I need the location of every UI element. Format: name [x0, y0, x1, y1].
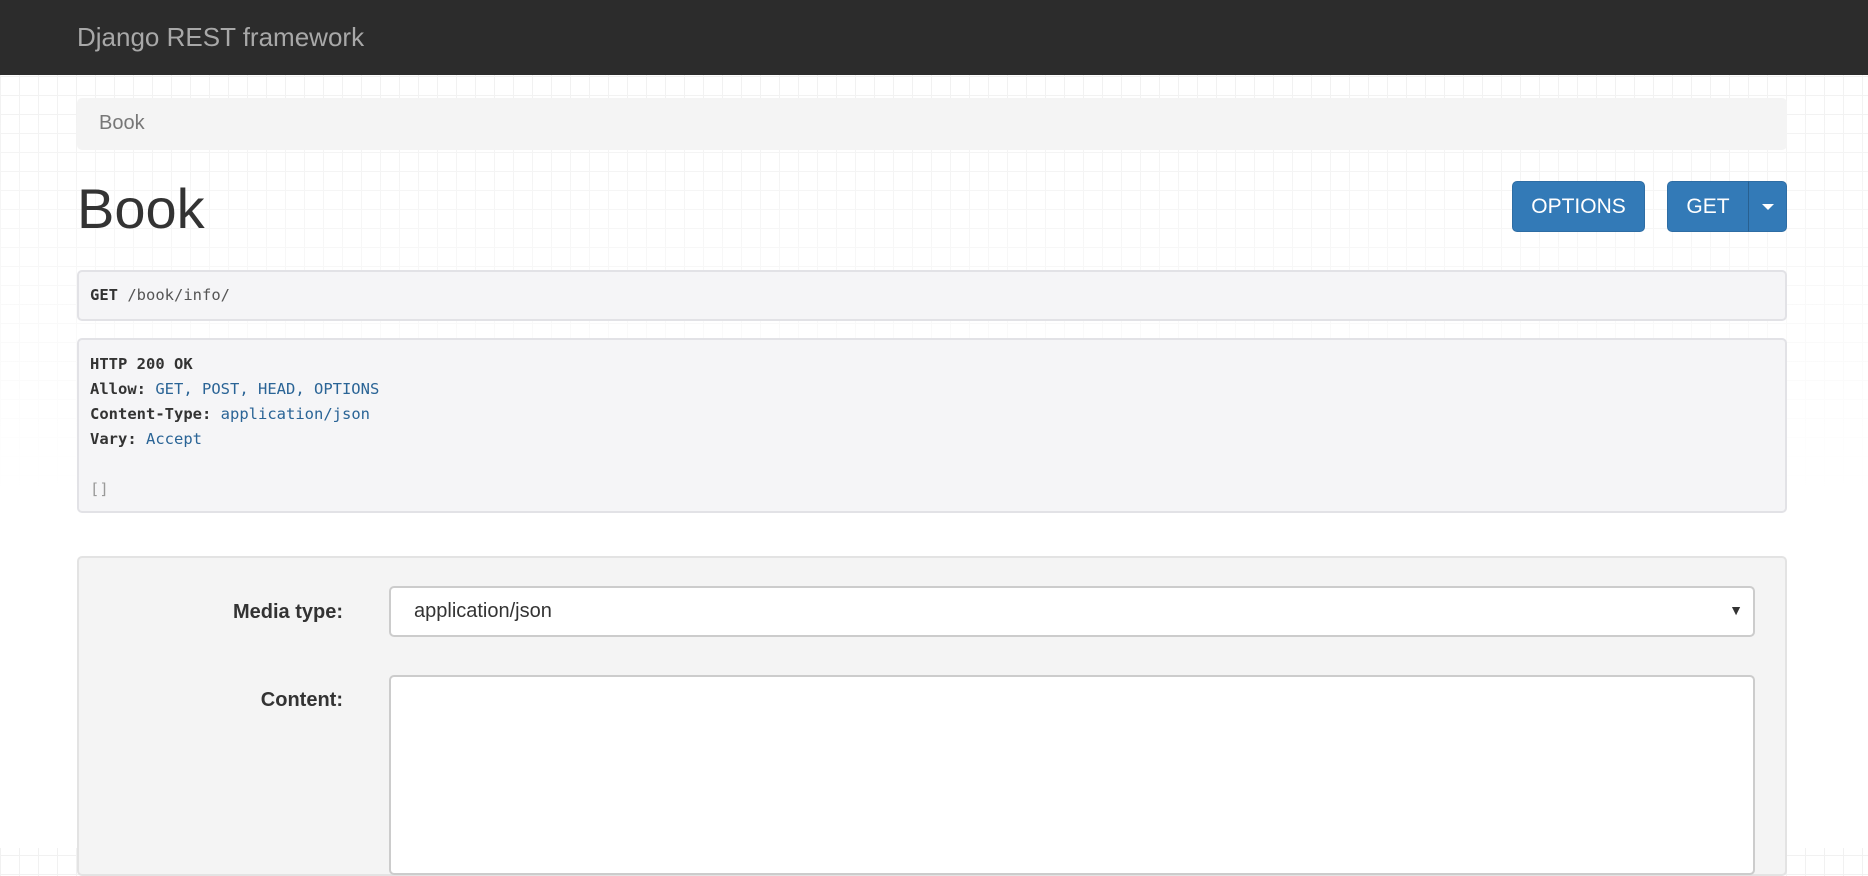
caret-down-icon: [1761, 203, 1774, 210]
page-title: Book: [77, 177, 205, 240]
breadcrumb-item-book[interactable]: Book: [99, 112, 145, 134]
request-path: /book/info/: [127, 286, 230, 304]
get-button[interactable]: GET: [1667, 181, 1749, 232]
dropdown-arrow-icon: ▼: [1729, 602, 1743, 618]
request-method: GET: [90, 286, 118, 304]
response-status: HTTP 200 OK: [90, 355, 193, 373]
content-label: Content:: [260, 689, 343, 711]
breadcrumb: Book: [77, 98, 1787, 150]
brand-link[interactable]: Django REST framework: [77, 22, 364, 53]
media-type-select[interactable]: application/json ▼: [389, 586, 1755, 637]
options-button[interactable]: OPTIONS: [1512, 181, 1645, 232]
response-header: Vary: Accept: [90, 430, 203, 448]
content-textarea[interactable]: [389, 675, 1755, 875]
navbar: Django REST framework: [0, 0, 1868, 75]
response-header: Content-Type: application/json: [90, 405, 370, 423]
request-info: GET /book/info/: [77, 270, 1787, 321]
response-header: Allow: GET, POST, HEAD, OPTIONS: [90, 380, 380, 398]
media-type-label: Media type:: [232, 601, 343, 623]
get-format-dropdown-button[interactable]: [1748, 181, 1787, 232]
response-body: []: [90, 480, 109, 498]
response-info: HTTP 200 OK Allow: GET, POST, HEAD, OPTI…: [77, 338, 1787, 513]
